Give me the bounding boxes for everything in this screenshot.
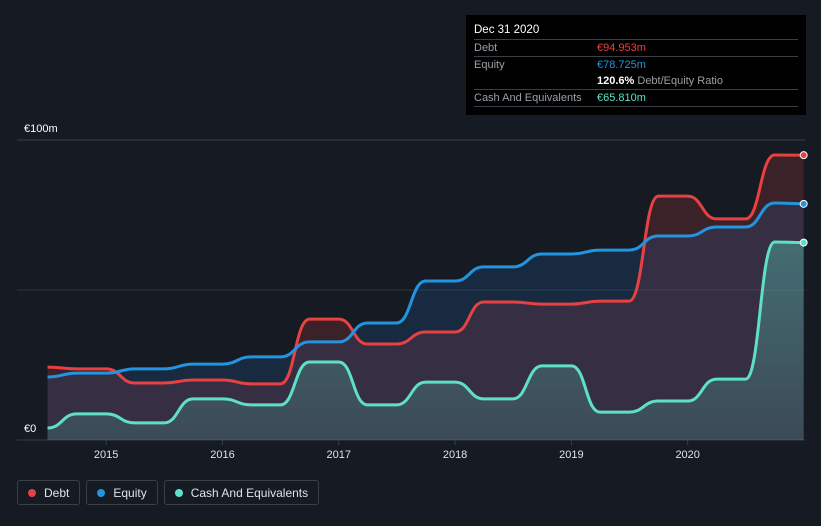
tooltip-equity-label: Equity [474,59,505,71]
y-tick-label: €100m [24,123,58,135]
tooltip: Dec 31 2020 Debt €94.953m Equity €78.725… [466,15,806,115]
tooltip-debt-row: Debt €94.953m [474,39,798,57]
tooltip-debt-label: Debt [474,42,498,54]
equity-end-point[interactable] [799,199,808,208]
legend: Debt Equity Cash And Equivalents [17,480,320,505]
tooltip-cash-row: Cash And Equivalents €65.810m [474,89,798,107]
legend-label: Equity [113,485,147,500]
x-tick-label: 2017 [327,449,351,461]
legend-debt[interactable]: Debt [17,480,81,505]
tooltip-cash-value: €65.810m [597,92,646,104]
tooltip-equity-row: Equity €78.725m 120.6% Debt/Equity Ratio [474,56,798,90]
ratio-label: Debt/Equity Ratio [637,75,723,87]
x-tick-label: 2018 [443,449,467,461]
debt-dot-icon [28,488,36,497]
equity-dot-icon [97,488,106,497]
x-tick-label: 2019 [559,449,583,461]
debt-end-point[interactable] [799,151,808,160]
x-tick-label: 2016 [210,449,234,461]
legend-label: Debt [44,485,70,500]
tooltip-debt-value: €94.953m [597,42,646,54]
tooltip-divider [474,106,798,107]
legend-equity[interactable]: Equity [86,480,158,505]
cash-end-point[interactable] [799,238,808,247]
x-tick-label: 2015 [94,449,118,461]
cash-dot-icon [174,488,183,497]
ratio-value: 120.6% [597,75,635,87]
x-tick-label: 2020 [675,449,699,461]
legend-label: Cash And Equivalents [190,485,309,500]
tooltip-ratio: 120.6% Debt/Equity Ratio [597,75,723,87]
tooltip-date: Dec 31 2020 [474,24,540,36]
y-tick-label: €0 [24,423,36,435]
tooltip-equity-value: €78.725m [597,59,646,71]
legend-cash[interactable]: Cash And Equivalents [163,480,320,505]
tooltip-cash-label: Cash And Equivalents [474,92,582,104]
